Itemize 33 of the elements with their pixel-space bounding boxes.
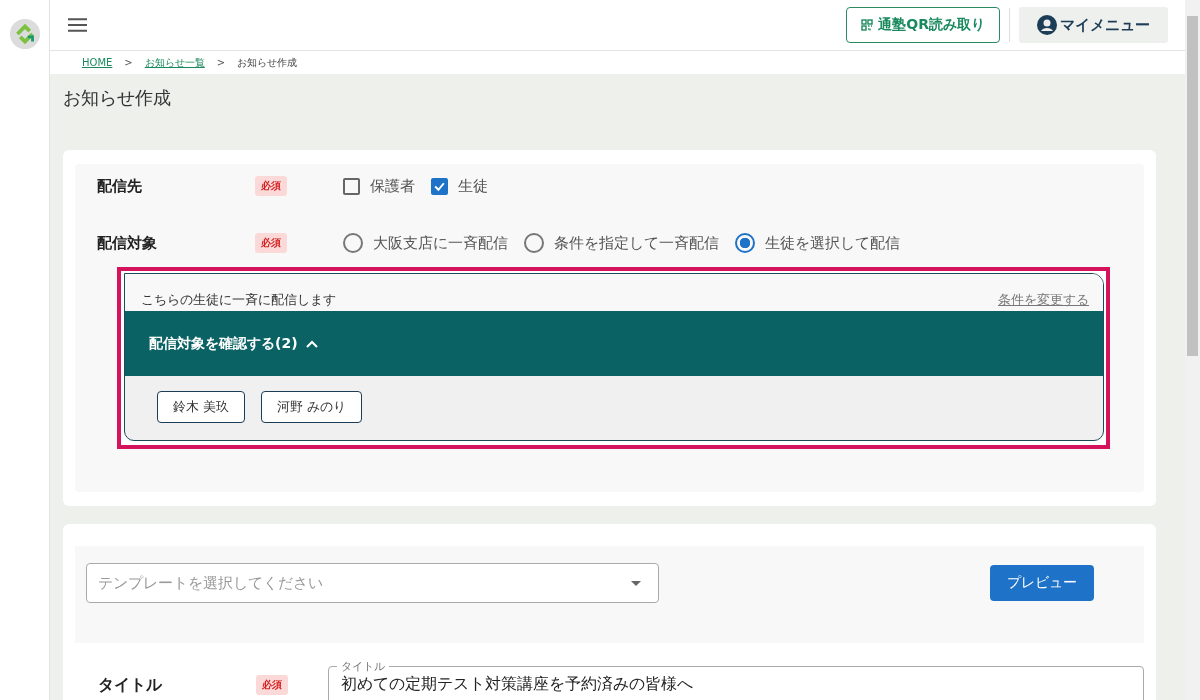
account-icon [1037, 15, 1057, 35]
field-label: 配信先 [97, 176, 143, 196]
page-title: お知らせ作成 [63, 86, 172, 110]
panel-note: こちらの生徒に一斉に配信します [141, 291, 336, 309]
menu-icon[interactable] [68, 18, 87, 32]
change-conditions-link[interactable]: 条件を変更する [998, 291, 1089, 309]
dropdown-icon [631, 580, 641, 586]
breadcrumb-current: お知らせ作成 [237, 55, 298, 70]
checkbox-option[interactable]: 生徒 [431, 176, 488, 196]
checkbox-option[interactable]: 保護者 [343, 176, 415, 196]
title-field[interactable]: タイトル 初めての定期テスト対策講座を予約済みの皆様へ [328, 659, 1144, 700]
radio-option[interactable]: 大阪支店に一斉配信 [343, 233, 508, 253]
required-badge: 必須 [255, 176, 287, 196]
chevron-up-icon [305, 339, 318, 348]
accordion-header[interactable]: 配信対象を確認する(2) [125, 311, 1103, 376]
breadcrumb-separator: > [216, 57, 226, 68]
preview-button[interactable]: プレビュー [990, 565, 1094, 601]
required-badge: 必須 [256, 675, 288, 695]
logo-icon[interactable] [9, 18, 41, 50]
my-menu-button[interactable]: マイメニュー [1019, 7, 1168, 43]
qr-scan-button[interactable]: 通塾QR読み取り [846, 7, 1000, 43]
breadcrumb-link[interactable]: HOME [82, 57, 113, 68]
radio-option[interactable]: 生徒を選択して配信 [735, 233, 900, 253]
breadcrumb-separator: > [124, 57, 133, 68]
student-chip[interactable]: 鈴木 美玖 [157, 391, 246, 423]
student-chip[interactable]: 河野 みのり [261, 391, 363, 423]
required-badge: 必須 [255, 233, 287, 253]
scrollbar[interactable] [1185, 0, 1200, 700]
qr-icon [861, 19, 874, 31]
breadcrumb-link[interactable]: お知らせ一覧 [144, 55, 205, 70]
field-label: タイトル [98, 675, 163, 696]
field-label: 配信対象 [97, 233, 158, 253]
radio-option[interactable]: 条件を指定して一斉配信 [524, 233, 719, 253]
